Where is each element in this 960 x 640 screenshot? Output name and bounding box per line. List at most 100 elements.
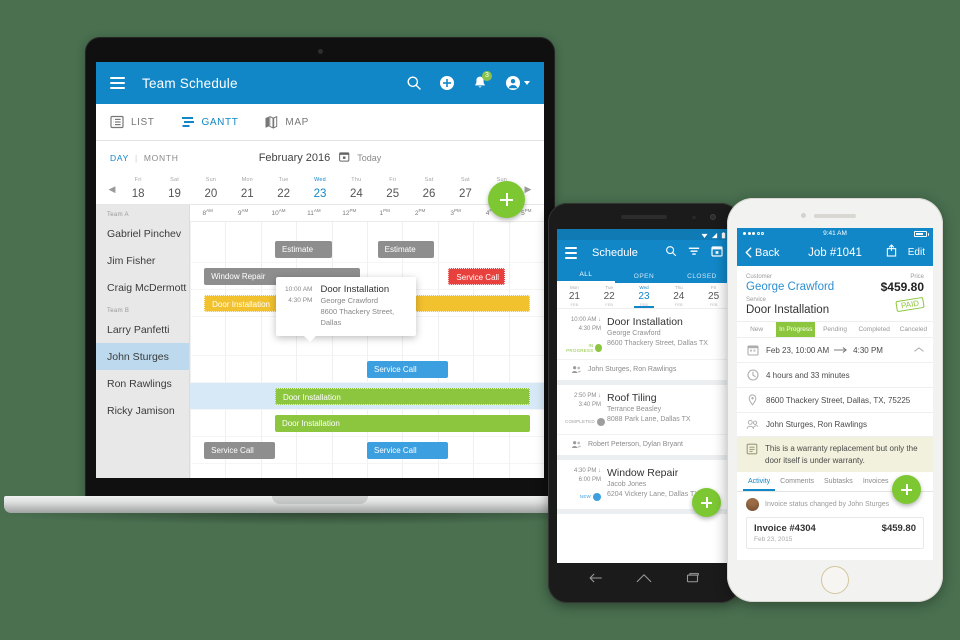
status-new[interactable]: New [737,322,776,337]
home-icon[interactable] [636,571,652,589]
resource-row[interactable]: Ron Rawlings [96,370,189,397]
detail-row-schedule[interactable]: Feb 23, 10:00 AM 4:30 PM [737,338,933,363]
day-cell-23[interactable]: Wed 23 [302,177,338,202]
day-cell-20[interactable]: Sun 20 [193,177,229,202]
android-body: Schedule ALL OPEN CLOSED Mon 21 FEB Tue 22 FEB W… [548,203,740,603]
chevron-up-icon[interactable] [914,346,924,355]
tooltip-address: 8600 Thackery Street, Dallas [320,306,395,327]
status-dot-icon [596,417,605,426]
assignee-names: John Sturges, Ron Rawlings [588,366,677,373]
android-filter-tabs: ALL OPEN CLOSED [557,266,731,283]
status-pending[interactable]: Pending [815,322,854,337]
android-date-25[interactable]: Fri 25 FEB [696,283,731,308]
day-number: 23 [313,188,327,201]
status-canceled[interactable]: Canceled [894,322,933,337]
detail-row-address[interactable]: 8600 Thackery Street, Dallas, TX, 75225 [737,388,933,413]
job-customer: George Crawford [607,330,661,337]
resource-row[interactable]: Jim Fisher [96,247,189,274]
android-job-item[interactable]: 10:00 AM ↓ 4:30 PM IN PROGRESS Door Install… [557,309,731,385]
detail-tab-invoices[interactable]: Invoices [858,472,894,491]
android-date-21[interactable]: Mon 21 FEB [557,283,592,308]
job-start: 2:50 PM ↓ [573,393,601,399]
edit-button[interactable]: Edit [908,247,925,258]
day-weekday: Sat [424,176,434,183]
android-date-24[interactable]: Thu 24 FEB [661,283,696,308]
android-tab-closed[interactable]: CLOSED [673,273,731,283]
detail-row-assignees[interactable]: John Sturges, Ron Rawlings [737,413,933,437]
job-status: COMPLETED [565,417,605,426]
invoice-card[interactable]: Invoice #4304 Feb 23, 2015 $459.80 [746,517,924,550]
calendar-icon[interactable] [711,244,723,262]
job-times: 10:00 AM ↓ 4:30 PM IN PROGRESS [565,316,607,353]
gantt-rows: Estimate Estimate Window Repair Service Cal… [190,222,544,478]
tooltip-end: 4:30 PM [288,297,313,305]
hamburger-icon[interactable] [565,247,577,259]
android-tab-open[interactable]: OPEN [615,273,673,283]
android-date-22[interactable]: Tue 22 FEB [592,283,627,308]
day-cell-24[interactable]: Thu 24 [338,177,374,202]
day-weekday: Sat [170,176,179,183]
tab-list-label: LIST [131,116,155,128]
gantt-bar[interactable]: Door Installation [274,415,530,432]
price-value: $459.80 [880,280,924,294]
resource-row[interactable]: John Sturges [96,343,189,370]
day-cell-18[interactable]: Fri 18 [120,177,156,202]
bell-icon[interactable]: 3 [472,71,492,91]
chevron-left-icon[interactable]: ◀ [104,184,120,195]
detail-tab-comments[interactable]: Comments [775,472,819,491]
account-icon[interactable] [505,75,521,91]
back-button[interactable]: Back [745,247,779,259]
detail-tab-activity[interactable]: Activity [743,472,775,491]
share-icon[interactable] [886,243,897,262]
showcase-stage: Team Schedule 3 LIST GANTT MAP DAY | MON… [0,0,960,640]
add-job-fab[interactable] [488,181,525,218]
search-icon[interactable] [406,75,422,91]
gantt-bar[interactable]: Service Call [204,442,275,459]
day-cell-25[interactable]: Fri 25 [375,177,411,202]
range-toggle: DAY | MONTH [110,153,179,163]
day-cell-21[interactable]: Mon 21 [229,177,265,202]
iphone-add-fab[interactable] [892,475,921,504]
add-circle-icon[interactable] [439,75,455,91]
hamburger-icon[interactable] [110,77,125,89]
gantt-bar[interactable]: Estimate [274,241,332,258]
recents-icon[interactable] [685,571,700,589]
android-add-fab[interactable] [692,488,721,517]
resource-row[interactable]: Larry Panfetti [96,316,189,343]
resource-row[interactable]: Gabriel Pinchev [96,220,189,247]
gantt-bar[interactable]: Door Installation [274,388,530,405]
resource-row[interactable]: Ricky Jamison [96,397,189,424]
tab-map[interactable]: MAP [264,115,308,129]
android-date-23[interactable]: Wed 23 FEB [627,283,662,308]
day-cell-26[interactable]: Sat 26 [411,176,447,202]
gantt-bar[interactable]: Estimate [377,241,435,258]
range-month[interactable]: MONTH [144,153,179,163]
day-cell-19[interactable]: Sat 19 [156,176,192,202]
resource-row[interactable]: Craig McDermott [96,274,189,301]
gantt-bar[interactable]: Service Call [367,442,449,459]
android-tab-all[interactable]: ALL [557,271,615,283]
home-button[interactable] [821,566,849,594]
range-day[interactable]: DAY [110,153,129,163]
calendar-icon[interactable] [338,149,349,167]
invoice-date: Feb 23, 2015 [754,536,793,544]
status-completed[interactable]: Completed [855,322,894,337]
detail-tab-subtasks[interactable]: Subtasks [819,472,858,491]
android-speaker-icon [621,215,667,219]
gantt-bar[interactable]: Service Call [367,361,449,378]
iphone-screen: 9:41 AM Back Job #1041 Edit Customer Geo… [737,228,933,560]
filter-icon[interactable] [688,244,700,262]
android-job-item[interactable]: 2:50 PM ↓ 3:40 PM COMPLETED Roof Tiling Terr… [557,385,731,460]
job-status: NEW [580,492,601,501]
search-icon[interactable] [665,244,677,262]
day-number: 21 [240,188,254,201]
day-cell-27[interactable]: Sat 27 [447,177,483,202]
back-icon[interactable] [588,571,603,589]
day-cell-22[interactable]: Tue 22 [265,177,301,202]
gantt-bar[interactable]: Service Call [448,268,506,285]
tab-list[interactable]: LIST [110,115,155,129]
today-button[interactable]: Today [357,153,381,163]
account-menu[interactable] [505,75,530,91]
tab-gantt[interactable]: GANTT [181,115,239,129]
status-in-progress[interactable]: In Progress [776,322,816,337]
